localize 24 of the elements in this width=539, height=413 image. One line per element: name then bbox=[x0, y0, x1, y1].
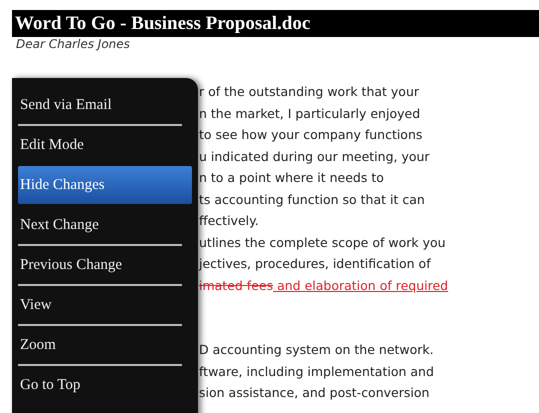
document-line: D accounting system on the network. bbox=[199, 342, 434, 357]
menu-item[interactable]: Send via Email bbox=[18, 86, 192, 124]
menu-item[interactable]: Zoom bbox=[18, 326, 192, 364]
menu-item[interactable]: Next Change bbox=[18, 206, 192, 244]
document-line: n to a point where it needs to bbox=[199, 170, 384, 185]
salutation-text: Dear Charles Jones bbox=[15, 37, 131, 51]
menu-item[interactable]: Previous Change bbox=[18, 246, 192, 284]
menu-item[interactable]: Go to Top bbox=[18, 366, 192, 404]
document-line: sion assistance, and post-conversion bbox=[199, 385, 430, 400]
document-line: r of the outstanding work that your bbox=[199, 84, 420, 99]
document-line: ftware, including implementation and bbox=[199, 364, 434, 378]
document-line: utlines the complete scope of work you bbox=[199, 234, 446, 250]
document-line: jectives, procedures, identification of bbox=[199, 256, 431, 271]
menu-item[interactable]: View bbox=[18, 286, 192, 324]
menu-item[interactable]: Edit Mode bbox=[18, 126, 192, 164]
document-line: u indicated during our meeting, your bbox=[199, 148, 430, 164]
document-line: n the market, I particularly enjoyed bbox=[199, 106, 420, 120]
document-line: to see how your company functions bbox=[199, 127, 422, 142]
menu-item[interactable]: Hide Changes bbox=[18, 166, 192, 204]
inserted-text: and elaboration of required bbox=[276, 278, 448, 292]
window-title: Word To Go - Business Proposal.doc bbox=[12, 10, 539, 37]
document-line: ts accounting function so that it can bbox=[199, 192, 425, 206]
document-line: ffectively. bbox=[199, 213, 259, 228]
deleted-text: imated fees bbox=[199, 278, 274, 292]
